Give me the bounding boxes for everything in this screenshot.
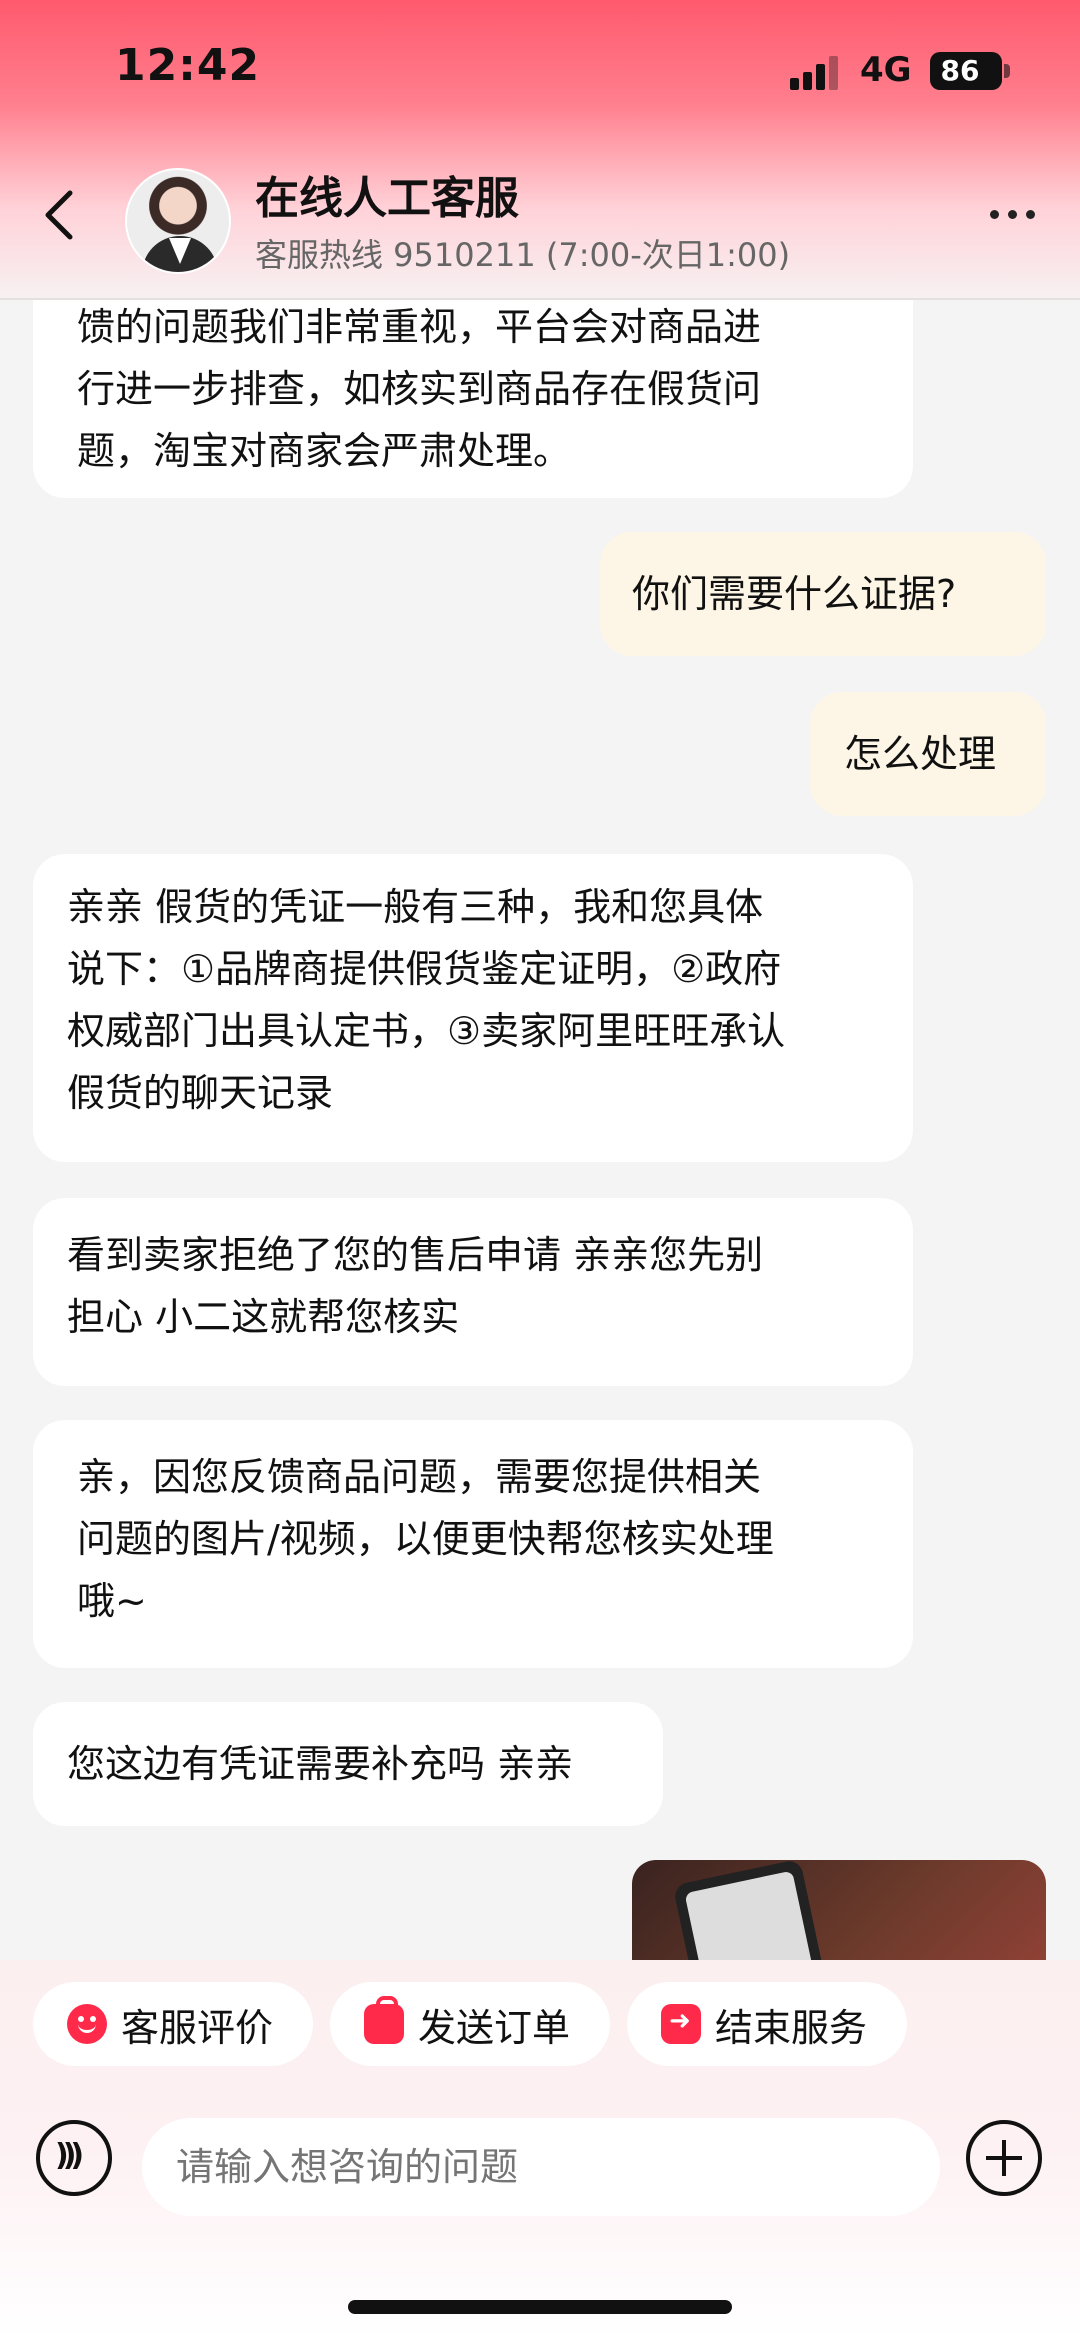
composer-area: 客服评价 发送订单 结束服务	[0, 1960, 1080, 2337]
hotline-text: 客服热线 9510211 (7:00-次日1:00)	[255, 236, 791, 274]
home-indicator[interactable]	[348, 2300, 732, 2314]
end-service-button[interactable]: 结束服务	[627, 1982, 907, 2066]
message-input[interactable]	[142, 2118, 940, 2216]
more-options-icon[interactable]	[990, 210, 1040, 220]
battery-level: 86	[940, 54, 980, 87]
agent-message: 您这边有凭证需要补充吗 亲亲	[33, 1702, 663, 1826]
battery-icon: 86	[930, 52, 1010, 90]
voice-input-icon[interactable]	[36, 2120, 112, 2196]
user-message: 怎么处理	[810, 692, 1046, 816]
user-message: 你们需要什么证据?	[600, 532, 1046, 656]
send-order-button[interactable]: 发送订单	[330, 1982, 610, 2066]
rate-service-button[interactable]: 客服评价	[33, 1982, 313, 2066]
shopping-bag-icon	[364, 1996, 404, 2044]
agent-message: 馈的问题我们非常重视，平台会对商品进 行进一步排查，如核实到商品存在假货问 题，…	[33, 300, 913, 498]
signal-icon	[790, 54, 842, 90]
plus-icon[interactable]	[966, 2120, 1042, 2196]
message-list[interactable]: 馈的问题我们非常重视，平台会对商品进 行进一步排查，如核实到商品存在假货问 题，…	[0, 300, 1080, 1960]
agent-message: 亲亲 假货的凭证一般有三种，我和您具体 说下：①品牌商提供假货鉴定证明，②政府 …	[33, 854, 913, 1162]
exit-icon	[661, 2004, 701, 2044]
chat-header: 12:42 4G 86 在线人工客服 客服热线 9510211 (7:00-次日…	[0, 0, 1080, 300]
chat-screen: 12:42 4G 86 在线人工客服 客服热线 9510211 (7:00-次日…	[0, 0, 1080, 2337]
agent-avatar[interactable]	[125, 168, 231, 274]
network-type: 4G	[860, 50, 912, 90]
agent-message: 看到卖家拒绝了您的售后申请 亲亲您先别 担心 小二这就帮您核实	[33, 1198, 913, 1386]
user-image-message[interactable]	[632, 1860, 1046, 1960]
agent-message: 亲，因您反馈商品问题，需要您提供相关 问题的图片/视频，以便更快帮您核实处理 哦…	[33, 1420, 913, 1668]
smile-icon	[67, 2004, 107, 2044]
back-arrow-icon[interactable]	[40, 185, 80, 245]
status-time: 12:42	[115, 40, 261, 91]
page-title: 在线人工客服	[255, 173, 519, 224]
